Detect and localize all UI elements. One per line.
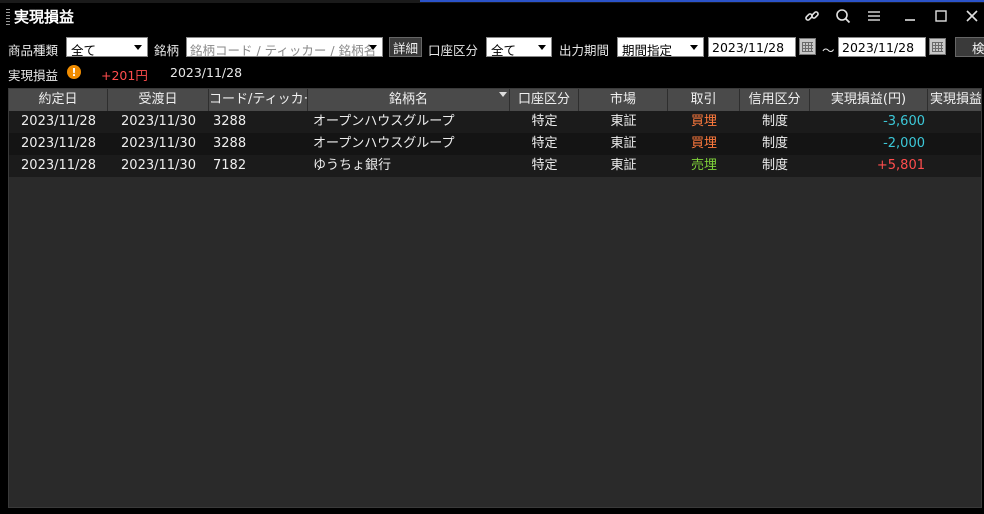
col-header-side[interactable]: 取引 [668, 89, 740, 111]
symbol-label: 銘柄 [154, 43, 180, 58]
col-header-name[interactable]: 銘柄名 [308, 89, 510, 111]
table-row[interactable]: 2023/11/28 2023/11/30 7182 ゆうちょ銀行 特定 東証 売埋 制度 +5… [9, 155, 981, 177]
col-header-code[interactable]: コード/ティッカー [209, 89, 308, 111]
maximize-icon[interactable] [930, 6, 952, 26]
date-from-field[interactable]: 2023/11/28 [708, 37, 796, 57]
cell-code: 3288 [213, 136, 247, 151]
account-type-select[interactable]: 全て [486, 37, 552, 58]
col-header-pnl-2[interactable]: 実現損益 [928, 89, 981, 111]
period-select[interactable]: 期間指定 [617, 37, 704, 58]
pnl-table: 約定日 受渡日 コード/ティッカー 銘柄名 口座区分 市場 取引 信用区分 実現… [8, 88, 982, 508]
cell-name: オープンハウスグループ [313, 136, 455, 151]
summary-label: 実現損益 [8, 68, 59, 83]
cell-account: 特定 [531, 114, 558, 129]
cell-side: 売埋 [690, 158, 717, 173]
warning-icon[interactable]: ! [67, 65, 81, 79]
cell-account: 特定 [531, 158, 558, 173]
search-button[interactable]: 検 [955, 37, 984, 57]
summary-date: 2023/11/28 [170, 65, 243, 80]
cell-market: 東証 [610, 114, 637, 129]
search-icon[interactable] [832, 6, 854, 26]
col-header-trade-date[interactable]: 約定日 [9, 89, 108, 111]
account-type-label: 口座区分 [428, 43, 479, 58]
chevron-down-icon [690, 45, 698, 50]
symbol-input[interactable]: 銘柄コード / ティッカー / 銘柄名 [186, 37, 383, 58]
summary-amount: +201円 [101, 68, 148, 83]
chevron-down-icon [369, 45, 377, 50]
chevron-down-icon [538, 45, 546, 50]
cell-side: 買埋 [690, 114, 717, 129]
period-label: 出力期間 [559, 43, 610, 58]
summary-bar: 実現損益 ! +201円 2023/11/28 [0, 62, 984, 84]
cell-side: 買埋 [690, 136, 717, 151]
account-type-value: 全て [491, 43, 517, 58]
range-separator: ～ [822, 43, 835, 58]
chevron-down-icon [134, 45, 142, 50]
cell-market: 東証 [610, 136, 637, 151]
top-accent-line [420, 0, 984, 2]
cell-margin: 制度 [761, 158, 788, 173]
cell-settle-date: 2023/11/30 [121, 114, 196, 129]
product-type-select[interactable]: 全て [66, 37, 148, 58]
minimize-icon[interactable] [899, 6, 921, 26]
cell-trade-date: 2023/11/28 [21, 136, 96, 151]
cell-pnl: -3,600 [883, 114, 925, 129]
cell-trade-date: 2023/11/28 [21, 114, 96, 129]
cell-margin: 制度 [761, 114, 788, 129]
symbol-placeholder: 銘柄コード / ティッカー / 銘柄名 [190, 43, 377, 58]
table-header: 約定日 受渡日 コード/ティッカー 銘柄名 口座区分 市場 取引 信用区分 実現… [9, 89, 981, 111]
col-header-account[interactable]: 口座区分 [510, 89, 579, 111]
cell-margin: 制度 [761, 136, 788, 151]
filter-bar: 商品種類 全て 銘柄 銘柄コード / ティッカー / 銘柄名 詳細 口座区分 全… [0, 36, 984, 58]
product-type-value: 全て [71, 43, 97, 58]
col-header-margin[interactable]: 信用区分 [740, 89, 810, 111]
date-to-field[interactable]: 2023/11/28 [838, 37, 926, 57]
product-type-label: 商品種類 [8, 43, 59, 58]
calendar-icon[interactable] [799, 38, 816, 55]
cell-name: オープンハウスグループ [313, 114, 455, 129]
table-row[interactable]: 2023/11/28 2023/11/30 3288 オープンハウスグループ 特定 東証 買… [9, 111, 981, 133]
cell-market: 東証 [610, 158, 637, 173]
calendar-icon[interactable] [929, 38, 946, 55]
col-header-pnl[interactable]: 実現損益(円) [810, 89, 928, 111]
cell-account: 特定 [531, 136, 558, 151]
title-bar: 実現損益 [0, 3, 984, 29]
sort-indicator-icon [499, 92, 507, 97]
cell-pnl: -2,000 [883, 136, 925, 151]
drag-grip-icon[interactable] [6, 9, 10, 25]
col-header-market[interactable]: 市場 [579, 89, 668, 111]
close-icon[interactable] [961, 6, 983, 26]
table-row[interactable]: 2023/11/28 2023/11/30 3288 オープンハウスグループ 特定 東証 買… [9, 133, 981, 155]
window-title: 実現損益 [14, 8, 75, 26]
link-icon[interactable] [801, 6, 823, 26]
col-header-settle-date[interactable]: 受渡日 [108, 89, 209, 111]
cell-trade-date: 2023/11/28 [21, 158, 96, 173]
cell-settle-date: 2023/11/30 [121, 136, 196, 151]
cell-settle-date: 2023/11/30 [121, 158, 196, 173]
cell-code: 3288 [213, 114, 247, 129]
detail-button[interactable]: 詳細 [389, 37, 422, 57]
cell-name: ゆうちょ銀行 [313, 158, 392, 173]
menu-icon[interactable] [863, 6, 885, 26]
period-value: 期間指定 [622, 43, 673, 58]
cell-pnl: +5,801 [876, 158, 925, 173]
cell-code: 7182 [213, 158, 247, 173]
